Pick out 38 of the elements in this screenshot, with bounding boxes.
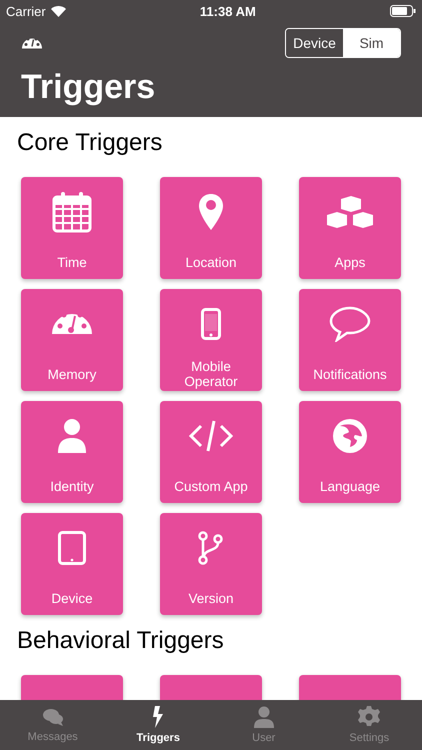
tab-item[interactable]: Settings [316,700,422,750]
code-icon [189,420,233,452]
phone-icon [201,308,221,340]
calendar-icon [52,191,92,233]
trigger-tile[interactable]: Identity [21,401,123,503]
tab-item[interactable]: User [211,700,316,750]
trigger-tile[interactable]: Device [21,513,123,615]
section-heading: Core Triggers [17,129,164,157]
battery-icon [390,5,416,17]
gauge-icon[interactable] [21,38,43,48]
tab-item[interactable]: Triggers [106,700,211,750]
chat-icon [42,707,64,727]
map-pin-icon [198,193,224,231]
branch-icon [198,531,224,565]
gauge-icon [50,313,94,335]
bolt-icon [152,706,164,728]
trigger-tile[interactable]: Apps [299,177,401,279]
trigger-tile[interactable]: Language [299,401,401,503]
trigger-tile[interactable]: Custom App [160,401,262,503]
settings-icon [358,706,380,728]
page-title: Triggers [21,68,156,107]
globe-icon [332,418,368,454]
section-heading: Behavioral Triggers [17,627,225,655]
trigger-tile[interactable]: Time [21,177,123,279]
trigger-tile[interactable]: Memory [21,289,123,391]
segment-button[interactable]: Sim [343,29,400,57]
tablet-icon [58,531,86,565]
trigger-tile[interactable]: Notifications [299,289,401,391]
speech-bubble-icon [329,306,371,342]
trigger-tile[interactable]: Mobile Operator [160,289,262,391]
user-icon [254,706,274,728]
trigger-tile[interactable]: Location [160,177,262,279]
wifi-icon [50,6,66,16]
carrier-label: Carrier [6,4,46,18]
person-icon [57,418,87,454]
trigger-tile[interactable]: Version [160,513,262,615]
clock: 11:38 AM [200,4,256,18]
tab-item[interactable]: Messages [0,700,106,750]
